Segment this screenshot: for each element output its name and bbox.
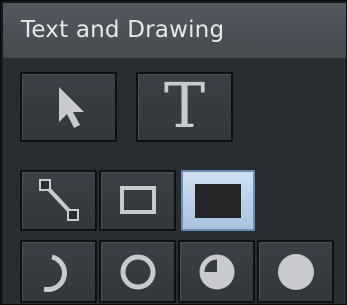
circle-filled-icon: [277, 253, 314, 290]
rectangle-tool-button[interactable]: [99, 170, 176, 231]
line-tool-button[interactable]: [20, 170, 97, 231]
circle-tool-button[interactable]: [99, 240, 176, 303]
arrow-pointer-icon: [58, 87, 84, 128]
select-tool-button[interactable]: [20, 72, 117, 142]
filled-rectangle-tool-button[interactable]: [181, 170, 255, 231]
pie-tool-button[interactable]: [178, 240, 255, 303]
text-tool-button[interactable]: T: [136, 72, 233, 142]
panel-title: Text and Drawing: [21, 17, 225, 43]
pie-icon: [199, 254, 234, 289]
text-and-drawing-panel: Text and Drawing T: [0, 0, 347, 305]
tool-palette: T: [3, 59, 346, 304]
arc-icon: [42, 254, 67, 292]
arc-tool-button[interactable]: [20, 240, 97, 303]
text-icon: T: [163, 69, 206, 142]
rectangle-filled-icon: [195, 183, 241, 218]
filled-circle-tool-button[interactable]: [257, 240, 334, 303]
circle-outline-icon: [120, 254, 155, 289]
panel-header: Text and Drawing: [3, 3, 346, 59]
line-icon: [38, 178, 79, 221]
rectangle-outline-icon: [119, 185, 156, 214]
